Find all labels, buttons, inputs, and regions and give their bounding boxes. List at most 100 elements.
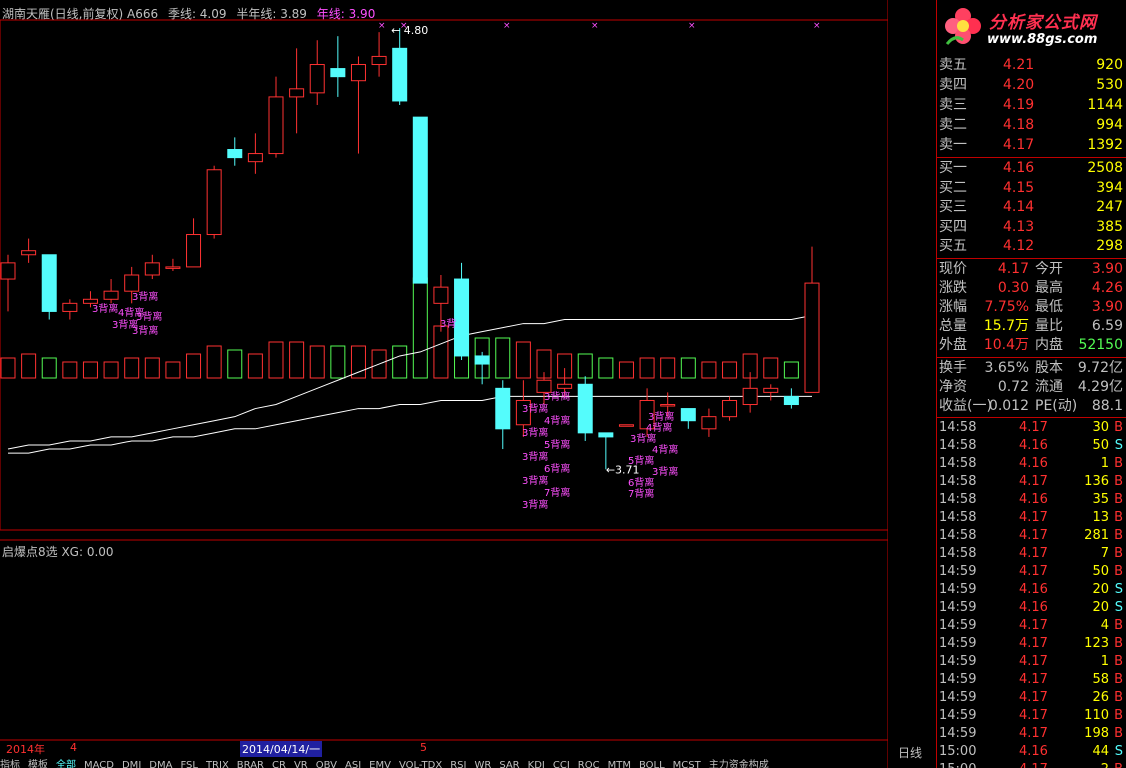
volume-bar <box>701 361 717 379</box>
half-year-line-label: 半年线: 3.89 <box>236 7 307 21</box>
tab-17[interactable]: SAR <box>499 760 519 768</box>
selected-date[interactable]: 2014/04/14/一 <box>240 741 323 757</box>
quote-panel: 分析家公式网 www.88gs.com 卖五 4.21 920 卖四 4.20 530 卖三… <box>936 0 1126 768</box>
month-label-2: 5 <box>420 741 427 754</box>
period-label[interactable]: 日线 <box>898 744 922 761</box>
candle-body <box>0 262 16 280</box>
volume-bar <box>495 337 511 379</box>
ticks-separator <box>937 417 1126 419</box>
tab-11[interactable]: OBV <box>316 760 337 768</box>
candle-body <box>577 383 593 434</box>
tab-13[interactable]: EMV <box>369 760 391 768</box>
tab-4[interactable]: DMI <box>122 760 141 768</box>
tick-row: 14:59 4.17 58 B <box>939 672 1123 688</box>
month-label-1: 4 <box>70 741 77 754</box>
stats-separator <box>937 356 1126 358</box>
tab-12[interactable]: ASI <box>345 760 361 768</box>
divergence-signal: 5背离 <box>544 438 570 451</box>
top-marker: × <box>813 21 821 31</box>
chart-panel[interactable]: 4.804.704.604.504.404.304.204.104.003.90… <box>0 0 888 768</box>
year-line-label: 年线: 3.90 <box>316 7 376 21</box>
divergence-signal: 3背 <box>440 317 456 330</box>
tab-3[interactable]: MACD <box>84 760 114 768</box>
tab-23[interactable]: MCST <box>673 760 701 768</box>
tab-6[interactable]: FSL <box>180 760 198 768</box>
candle-body <box>186 234 202 268</box>
divergence-signal: 3背离 <box>522 426 548 439</box>
candle-body <box>41 254 57 312</box>
stat-row: 总量 15.7万 量比 6.59 <box>939 318 1123 335</box>
candle-body <box>206 169 222 236</box>
sell-row: 卖一 4.17 1392 <box>939 137 1123 153</box>
candle-body <box>433 286 449 304</box>
candle-body <box>763 387 779 393</box>
volume-bar <box>763 357 779 379</box>
tab-9[interactable]: CR <box>272 760 286 768</box>
divergence-signal: 3背离 <box>648 410 674 423</box>
tab-24[interactable]: 主力资金构成 <box>709 760 769 768</box>
tick-row: 14:59 4.16 20 S <box>939 600 1123 616</box>
tick-row: 14:59 4.17 110 B <box>939 708 1123 724</box>
kline-chart[interactable]: 4.804.704.604.504.404.304.204.104.003.90… <box>0 0 888 768</box>
sell-buy-separator <box>937 157 1126 158</box>
stat-row: 现价 4.17 今开 3.90 <box>939 260 1123 277</box>
candle-body <box>165 266 181 269</box>
volume-bar <box>598 357 614 379</box>
tick-row: 14:58 4.17 136 B <box>939 474 1123 490</box>
tab-21[interactable]: MTM <box>608 760 631 768</box>
sell-row: 卖五 4.21 920 <box>939 57 1123 73</box>
candle-body <box>536 379 552 393</box>
divergence-signal: 6背离 <box>628 476 654 489</box>
top-marker: × <box>591 21 599 31</box>
volume-bar <box>680 357 696 379</box>
divergence-signal: 5背离 <box>628 454 654 467</box>
chart-header: 湖南天雁(日线,前复权) A666 季线: 4.09 半年线: 3.89 年线:… <box>2 5 381 21</box>
tab-1[interactable]: 模板 <box>28 760 48 768</box>
tab-18[interactable]: KDJ <box>528 760 545 768</box>
tab-16[interactable]: WR <box>474 760 491 768</box>
tab-0[interactable]: 指标 <box>0 760 20 768</box>
volume-bar <box>639 357 655 379</box>
volume-bar <box>722 361 738 379</box>
volume-bar <box>144 357 160 379</box>
volume-bar <box>227 349 243 379</box>
candle-body <box>598 432 614 438</box>
volume-bar <box>247 353 263 379</box>
tab-20[interactable]: ROC <box>578 760 600 768</box>
tab-5[interactable]: DMA <box>149 760 172 768</box>
tick-row: 14:59 4.17 1 B <box>939 654 1123 670</box>
volume-bar <box>0 357 16 379</box>
tab-8[interactable]: BRAR <box>237 760 264 768</box>
tab-2[interactable]: 全部 <box>56 760 76 768</box>
tab-22[interactable]: BOLL <box>639 760 665 768</box>
tick-row: 15:004.172B <box>939 761 1125 768</box>
volume-bar <box>309 345 325 379</box>
site-logo: 分析家公式网 www.88gs.com <box>937 0 1126 52</box>
candle-body <box>371 55 387 66</box>
divergence-signal: 3背离 <box>522 450 548 463</box>
candle-body <box>783 395 799 406</box>
tab-14[interactable]: VOL-TDX <box>399 760 442 768</box>
divergence-signal: 3背离 <box>522 402 548 415</box>
divergence-signal: 6背离 <box>544 462 570 475</box>
volume-bar <box>124 357 140 379</box>
stat-row: 涨跌 0.30 最高 4.26 <box>939 279 1123 296</box>
candle-body <box>495 387 511 430</box>
candle-body <box>82 298 98 304</box>
candle-body <box>309 64 325 94</box>
flower-logo-icon <box>945 8 981 45</box>
candle-body <box>62 302 78 312</box>
indicator-tabs[interactable]: 指标 模板 全部 MACD DMI DMA FSL TRIX BRAR CR VR OBV ASI EMV… <box>0 756 888 768</box>
tab-10[interactable]: VR <box>294 760 308 768</box>
tab-7[interactable]: TRIX <box>206 760 229 768</box>
divergence-signal: 7背离 <box>544 486 570 499</box>
tab-19[interactable]: CCI <box>553 760 570 768</box>
tick-row: 14:59 4.17 4 B <box>939 618 1123 634</box>
ma-line-1 <box>7 314 813 450</box>
divergence-signal: 4背离 <box>544 414 570 427</box>
candle-body <box>144 262 160 276</box>
candle-body <box>289 88 305 98</box>
tab-15[interactable]: RSI <box>450 760 466 768</box>
candle-body <box>618 424 634 427</box>
stat-row: 涨幅 7.75% 最低 3.90 <box>939 298 1123 315</box>
